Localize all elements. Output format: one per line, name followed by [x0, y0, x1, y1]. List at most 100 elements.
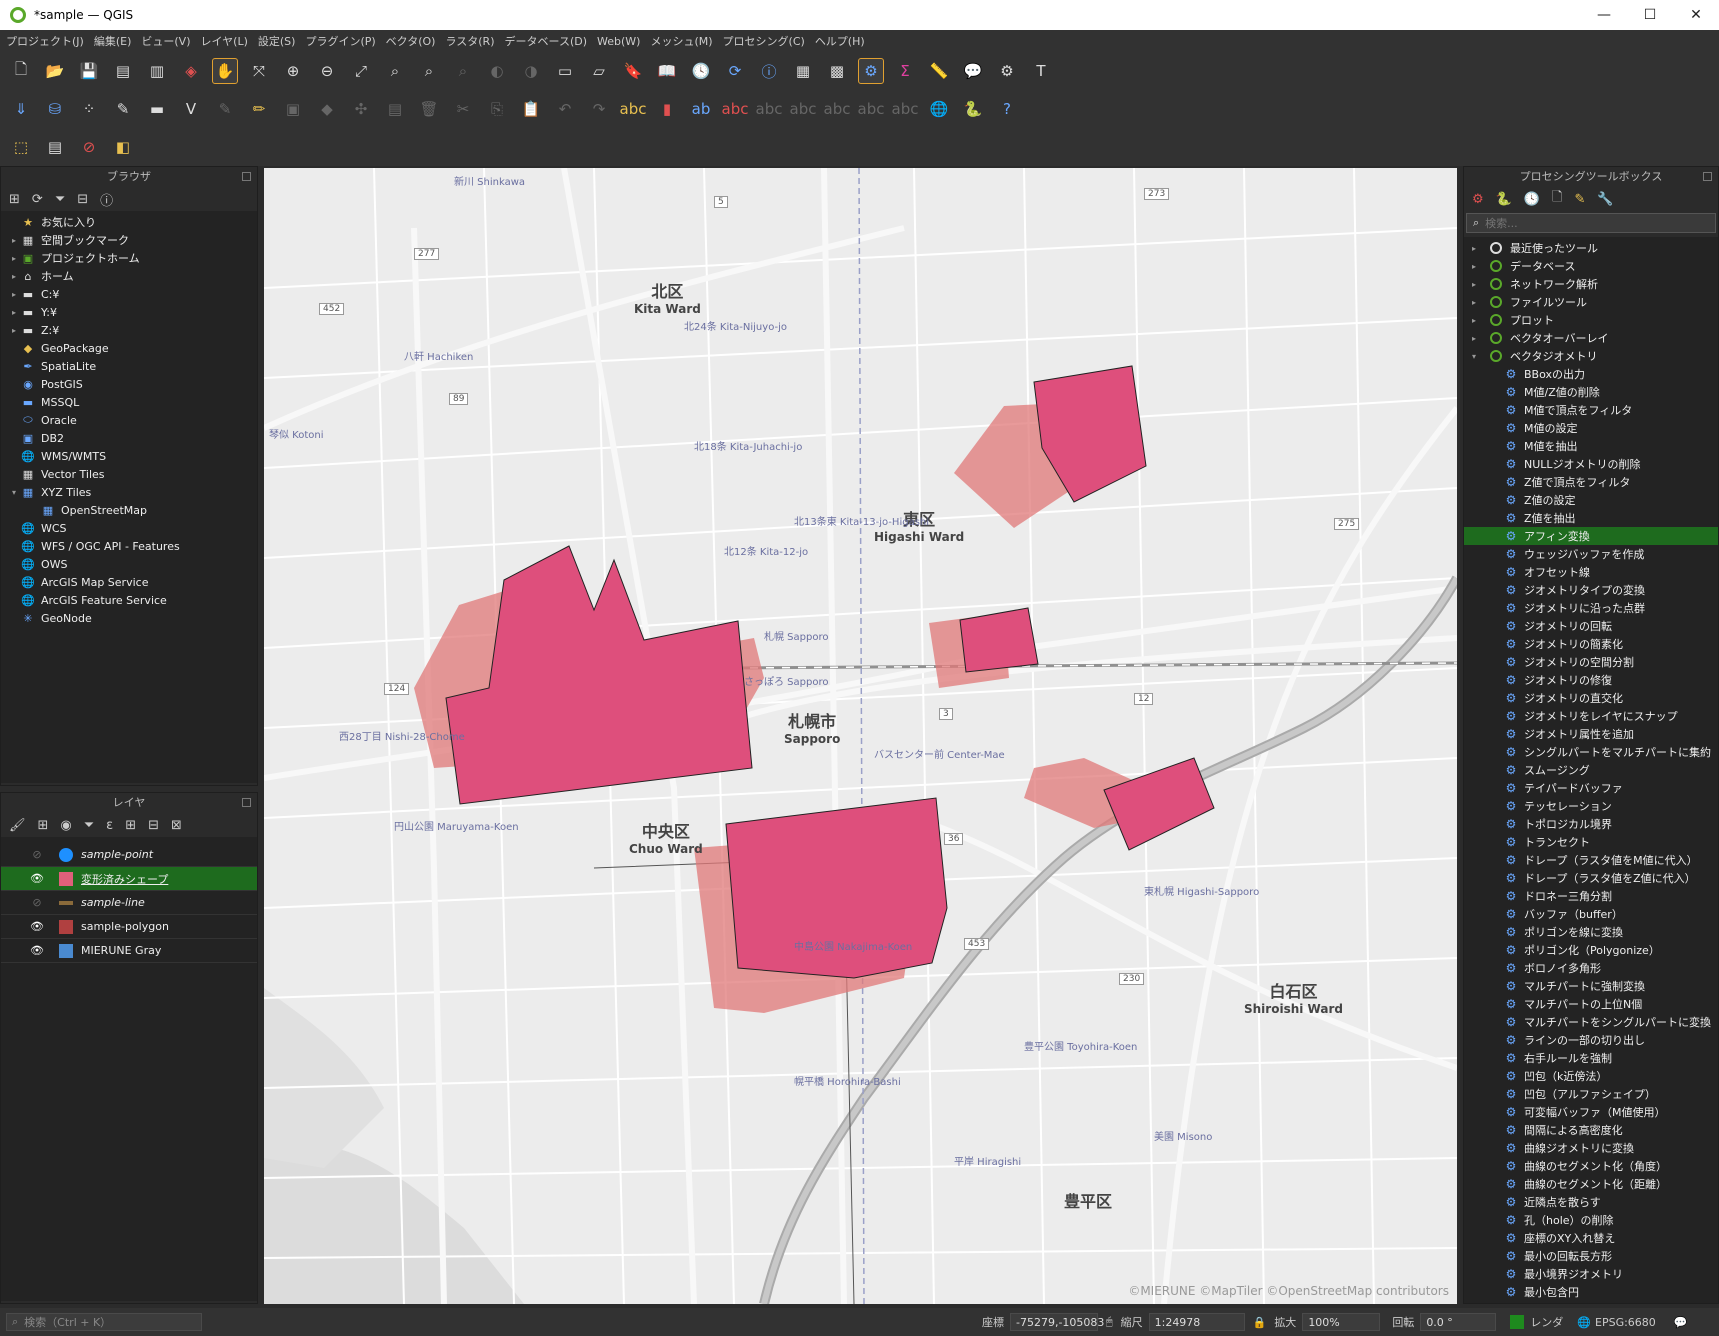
processing-tool-item[interactable]: ⚙ ジオメトリをレイヤにスナップ	[1464, 707, 1718, 725]
rotation-spinbox[interactable]: 0.0 °	[1420, 1313, 1497, 1331]
history-icon[interactable]: 🕓	[1524, 192, 1540, 207]
statistical-summary-icon[interactable]: Σ	[892, 58, 918, 84]
refresh-browser-icon[interactable]: ⟳	[32, 192, 43, 207]
processing-tool-item[interactable]: ⚙ バッファ（buffer）	[1464, 905, 1718, 923]
options-icon[interactable]: 🔧	[1597, 192, 1613, 207]
expand-arrow-icon[interactable]: ▸	[7, 290, 21, 299]
save-edits-icon[interactable]: ▣	[280, 96, 306, 122]
processing-tool-item[interactable]: ⚙ ジオメトリタイプの変換	[1464, 581, 1718, 599]
processing-tool-item[interactable]: ⚙ ポリゴンを線に変換	[1464, 923, 1718, 941]
browser-item[interactable]: ★ お気に入り	[1, 213, 257, 231]
layer-diagram-icon[interactable]: ▮	[654, 96, 680, 122]
pin-labels-icon[interactable]: abc	[756, 96, 783, 122]
processing-tool-item[interactable]: ⚙ NULLジオメトリの削除	[1464, 455, 1718, 473]
processing-tool-item[interactable]: ⚙ オフセット線	[1464, 563, 1718, 581]
processing-search-box[interactable]: ⌕	[1466, 213, 1716, 233]
paste-features-icon[interactable]: 📋	[518, 96, 544, 122]
browser-item[interactable]: 🌐 ArcGIS Map Service	[1, 573, 257, 591]
open-project-icon[interactable]: 📂	[42, 58, 68, 84]
expand-arrow-icon[interactable]: ▸	[1472, 244, 1484, 253]
browser-item[interactable]: ◆ GeoPackage	[1, 339, 257, 357]
processing-tool-item[interactable]: ⚙ 凹包（アルファシェイプ）	[1464, 1085, 1718, 1103]
processing-tool-item[interactable]: ⚙ ポリゴン化（Polygonize）	[1464, 941, 1718, 959]
expand-arrow-icon[interactable]: ▸	[7, 308, 21, 317]
processing-tool-item[interactable]: ⚙ ドロネー三角分割	[1464, 887, 1718, 905]
processing-group[interactable]: ▸ ベクタオーバーレイ	[1464, 329, 1718, 347]
visibility-eye-icon[interactable]: ⊘	[27, 848, 47, 861]
processing-group[interactable]: ▸ 最近使ったツール	[1464, 239, 1718, 257]
filter-legend-icon[interactable]: ⏷	[84, 818, 94, 833]
processing-tool-item[interactable]: ⚙ ジオメトリの修復	[1464, 671, 1718, 689]
copy-features-icon[interactable]: ⎘	[484, 96, 510, 122]
processing-tool-item[interactable]: ⚙ トランセクト	[1464, 833, 1718, 851]
processing-tool-item[interactable]: ⚙ Z値で頂点をフィルタ	[1464, 473, 1718, 491]
layer-labeling-icon[interactable]: abc	[620, 96, 647, 122]
measure-line-icon[interactable]: 📏	[926, 58, 952, 84]
collapse-all-layers-icon[interactable]: ⊟	[148, 818, 159, 833]
zoom-native-icon[interactable]: ⌕	[450, 58, 476, 84]
processing-tool-item[interactable]: ⚙ ジオメトリの空間分割	[1464, 653, 1718, 671]
browser-item[interactable]: ▣ DB2	[1, 429, 257, 447]
panel-close-icon[interactable]	[242, 172, 251, 181]
filter-browser-icon[interactable]: ⏷	[55, 192, 65, 207]
undo-icon[interactable]: ↶	[552, 96, 578, 122]
messages-icon[interactable]: 💬	[1674, 1316, 1688, 1329]
new-point-layer-icon[interactable]: ⁘	[76, 96, 102, 122]
manage-map-themes-icon[interactable]: ◉	[60, 818, 71, 833]
processing-tool-item[interactable]: ⚙ 可変幅バッファ（M値使用）	[1464, 1103, 1718, 1121]
menu-view[interactable]: ビュー(V)	[141, 33, 190, 49]
visibility-eye-icon[interactable]: ⊘	[27, 896, 47, 909]
menu-web[interactable]: Web(W)	[597, 35, 640, 48]
browser-item[interactable]: 🌐 WFS / OGC API - Features	[1, 537, 257, 555]
processing-tool-item[interactable]: ⚙ ラインの一部の切り出し	[1464, 1031, 1718, 1049]
processing-tool-item[interactable]: ⚙ Z値を抽出	[1464, 509, 1718, 527]
filter-by-expression-icon[interactable]: ε	[106, 818, 113, 833]
browser-item[interactable]: ▸ ▬ Z:¥	[1, 321, 257, 339]
expand-arrow-icon[interactable]: ▸	[7, 254, 21, 263]
render-checkbox[interactable]	[1510, 1315, 1525, 1329]
processing-tool-item[interactable]: ⚙ ジオメトリ属性を追加	[1464, 725, 1718, 743]
quickmapservices-icon[interactable]: 🌐	[926, 96, 952, 122]
browser-item[interactable]: ▬ MSSQL	[1, 393, 257, 411]
toggle-editing-icon[interactable]: ✏	[246, 96, 272, 122]
processing-tool-item[interactable]: ⚙ 最小の回転長方形	[1464, 1247, 1718, 1265]
layer-row[interactable]: 👁 sample-polygon	[1, 915, 257, 939]
pan-to-selection-icon[interactable]: ⤧	[246, 58, 272, 84]
magnifier-spinbox[interactable]: 100%	[1302, 1313, 1381, 1331]
processing-tool-item[interactable]: ⚙ M値を抽出	[1464, 437, 1718, 455]
rotate-label-icon[interactable]: abc	[858, 96, 885, 122]
select-features-icon[interactable]: ⬚	[8, 134, 34, 160]
help-icon[interactable]: ?	[994, 96, 1020, 122]
deselect-all-icon[interactable]: ⊘	[76, 134, 102, 160]
zoom-to-layer-icon[interactable]: ⌕	[416, 58, 442, 84]
style-manager-icon[interactable]: ◈	[178, 58, 204, 84]
browser-item[interactable]: ▦ Vector Tiles	[1, 465, 257, 483]
text-annotation-icon[interactable]: ⚙	[994, 58, 1020, 84]
processing-tool-item[interactable]: ⚙ トポロジカル境界	[1464, 815, 1718, 833]
processing-tool-item[interactable]: ⚙ ドレープ（ラスタ値をZ値に代入）	[1464, 869, 1718, 887]
browser-item[interactable]: ▸ ▣ プロジェクトホーム	[1, 249, 257, 267]
processing-tool-item[interactable]: ⚙ Z値の設定	[1464, 491, 1718, 509]
refresh-icon[interactable]: ⟳	[722, 58, 748, 84]
crs-globe-icon[interactable]: 🌐	[1577, 1316, 1591, 1329]
open-attribute-table-icon[interactable]: ▦	[790, 58, 816, 84]
processing-tool-item[interactable]: ⚙ BBoxの出力	[1464, 365, 1718, 383]
layer-row[interactable]: 👁 変形済みシェープ	[1, 867, 257, 891]
visibility-eye-icon[interactable]: 👁	[27, 920, 47, 933]
results-viewer-icon[interactable]: 🗋	[1552, 188, 1562, 210]
processing-tool-item[interactable]: ⚙ テイパードバッファ	[1464, 779, 1718, 797]
processing-tool-item[interactable]: ⚙ ジオメトリの回転	[1464, 617, 1718, 635]
zoom-to-selection-icon[interactable]: ⌕	[382, 58, 408, 84]
expand-all-icon[interactable]: ⊞	[125, 818, 136, 833]
processing-tool-item[interactable]: ⚙ アフィン変換	[1464, 527, 1718, 545]
processing-tool-item[interactable]: ⚙ マルチパートに強制変換	[1464, 977, 1718, 995]
processing-tool-item[interactable]: ⚙ 孔（hole）の削除	[1464, 1211, 1718, 1229]
coordinate-field[interactable]: -75279,-105083	[1010, 1313, 1104, 1331]
new-3d-view-icon[interactable]: ▱	[586, 58, 612, 84]
scripts-icon[interactable]: 🐍	[1496, 192, 1512, 207]
select-by-location-icon[interactable]: ◧	[110, 134, 136, 160]
menu-processing[interactable]: プロセシング(C)	[723, 33, 805, 49]
processing-tool-item[interactable]: ⚙ ボロノイ多角形	[1464, 959, 1718, 977]
expand-arrow-icon[interactable]: ▸	[1472, 280, 1484, 289]
identify-features-icon[interactable]: ⓘ	[756, 58, 782, 84]
